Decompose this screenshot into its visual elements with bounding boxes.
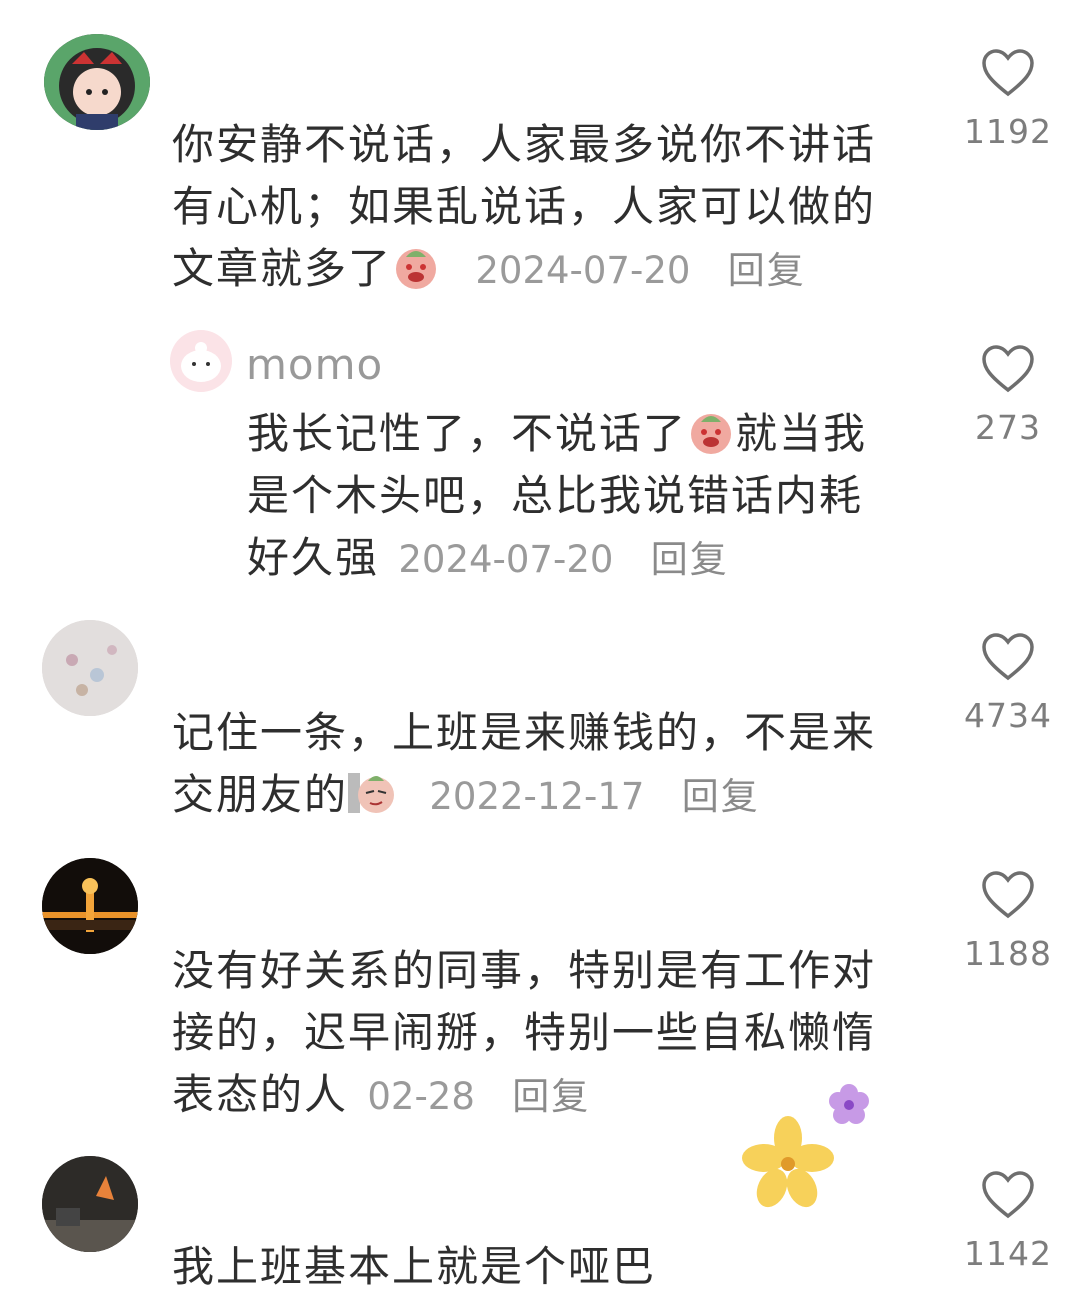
like-count: 4734 bbox=[964, 696, 1052, 735]
comment-line: 就当我 bbox=[735, 409, 868, 458]
crying-face-emoji bbox=[392, 243, 440, 291]
like-button[interactable]: 273 bbox=[963, 344, 1053, 447]
comment-line: 有心机；如果乱说话，人家可以做的 bbox=[172, 182, 877, 231]
like-count: 1188 bbox=[964, 934, 1052, 973]
comment-line: 是个木头吧，总比我说错话内耗 bbox=[247, 471, 864, 520]
comment-line: 我长记性了，不说话了 bbox=[247, 409, 688, 458]
like-button[interactable]: 1142 bbox=[963, 1170, 1053, 1273]
comment-line: 表态的人 bbox=[172, 1070, 349, 1119]
yellow-flower-icon bbox=[740, 1114, 836, 1214]
like-button[interactable]: 4734 bbox=[963, 632, 1053, 735]
username[interactable]: momo bbox=[246, 340, 383, 389]
like-button[interactable]: 1192 bbox=[963, 48, 1053, 151]
comment-line: 文章就多了 bbox=[172, 244, 393, 293]
heart-icon bbox=[982, 1171, 1034, 1219]
comment-line: 记住一条，上班是来赚钱的，不是来 bbox=[172, 708, 877, 757]
comment-text: 我长记性了，不说话了 就当我 是个木头吧，总比我说错话内耗 好久强 2024-0… bbox=[247, 403, 937, 591]
avatar[interactable] bbox=[44, 34, 150, 130]
comment-line: 交朋友的 bbox=[172, 770, 349, 819]
comment-date: 02-28 bbox=[367, 1075, 475, 1118]
heart-icon bbox=[982, 633, 1034, 681]
reply-button[interactable]: 回复 bbox=[682, 775, 760, 818]
heart-icon bbox=[982, 49, 1034, 97]
comment-text: 你安静不说话，人家最多说你不讲话 有心机；如果乱说话，人家可以做的 文章就多了 … bbox=[172, 114, 932, 302]
comment-date: 2022-12-17 bbox=[429, 775, 645, 818]
comment-line: 你安静不说话，人家最多说你不讲话 bbox=[172, 120, 877, 169]
heart-icon bbox=[982, 871, 1034, 919]
like-count: 273 bbox=[975, 408, 1041, 447]
avatar[interactable] bbox=[170, 330, 232, 392]
comment-text: 记住一条，上班是来赚钱的，不是来 交朋友的 2022-12-17 回复 bbox=[172, 702, 932, 828]
like-count: 1142 bbox=[964, 1234, 1052, 1273]
avatar[interactable] bbox=[42, 858, 138, 954]
avatar[interactable] bbox=[42, 620, 138, 716]
comment-text: 我上班基本上就是个哑巴 bbox=[172, 1236, 932, 1298]
reply-button[interactable]: 回复 bbox=[651, 538, 729, 581]
like-count: 1192 bbox=[964, 112, 1052, 151]
like-button[interactable]: 1188 bbox=[963, 870, 1053, 973]
comment-line: 我上班基本上就是个哑巴 bbox=[172, 1242, 657, 1291]
crying-face-emoji bbox=[687, 408, 735, 456]
comment-line: 好久强 bbox=[247, 533, 380, 582]
reply-button[interactable]: 回复 bbox=[728, 249, 806, 292]
heart-icon bbox=[982, 345, 1034, 393]
reply-button[interactable]: 回复 bbox=[512, 1075, 590, 1118]
comment-text: 没有好关系的同事，特别是有工作对 接的，迟早闹掰，特别一些自私懒惰 表态的人 0… bbox=[172, 940, 932, 1128]
comment-line: 接的，迟早闹掰，特别一些自私懒惰 bbox=[172, 1008, 877, 1057]
comment-line: 没有好关系的同事，特别是有工作对 bbox=[172, 946, 877, 995]
comment-date: 2024-07-20 bbox=[398, 538, 614, 581]
comment-date: 2024-07-20 bbox=[475, 249, 691, 292]
avatar[interactable] bbox=[42, 1156, 138, 1252]
smirk-face-emoji bbox=[348, 769, 396, 817]
